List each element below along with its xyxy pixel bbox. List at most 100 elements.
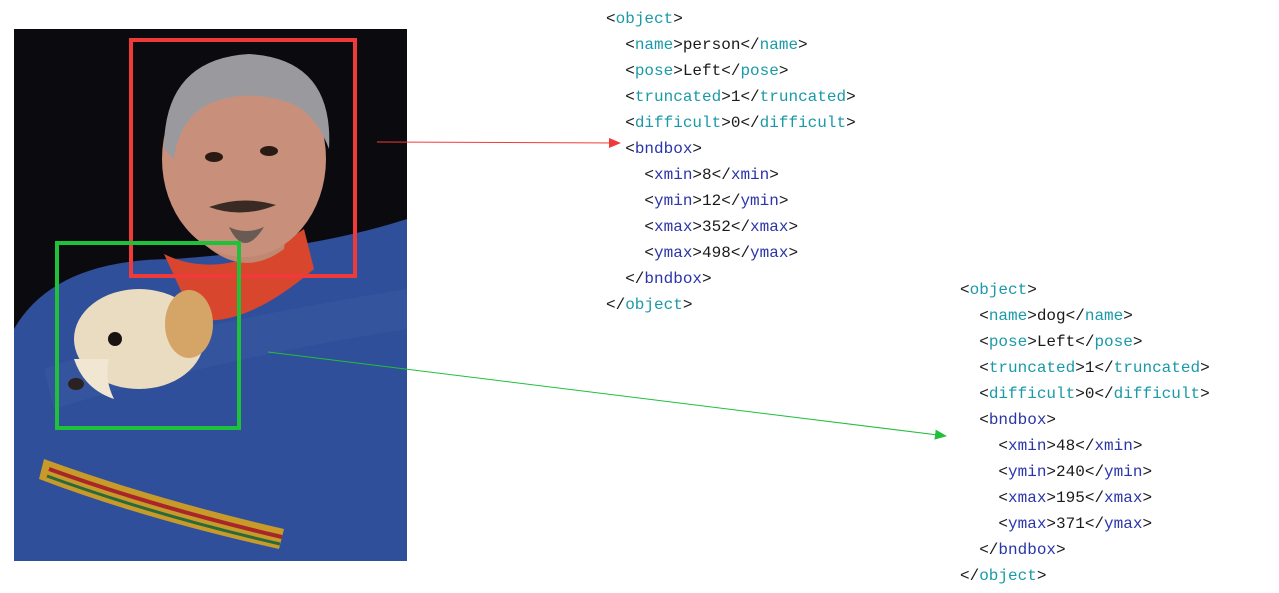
xml-bracket: >	[1027, 333, 1037, 351]
xml-line: <bndbox>	[606, 136, 856, 162]
xml-tag-name: xmin	[730, 166, 770, 184]
xml-bracket: <	[625, 140, 635, 158]
xml-bracket: </	[711, 166, 731, 184]
xml-bracket: <	[979, 307, 989, 325]
xml-bracket: >	[1132, 333, 1143, 351]
xml-value: 1	[730, 88, 741, 106]
xml-bracket: >	[1046, 463, 1057, 481]
xml-tag-name: object	[625, 296, 683, 314]
xml-line: <object>	[960, 277, 1210, 303]
dog-arrow	[267, 351, 947, 440]
xml-tag-name: ymin	[1104, 463, 1143, 481]
xml-bracket: >	[1075, 385, 1085, 403]
xml-bracket: <	[625, 62, 635, 80]
xml-bracket: <	[998, 437, 1009, 455]
xml-tag-name: xmax	[750, 218, 789, 236]
xml-bracket: <	[606, 10, 616, 28]
xml-bracket: >	[798, 36, 808, 54]
xml-value: 352	[702, 218, 731, 236]
xml-tag-name: truncated	[634, 88, 722, 106]
xml-bracket: >	[778, 192, 789, 210]
xml-line: <difficult>0</difficult>	[960, 381, 1210, 407]
xml-line: <name>person</name>	[606, 32, 856, 58]
xml-bracket: >	[692, 192, 703, 210]
xml-line: <pose>Left</pose>	[960, 329, 1210, 355]
xml-value: 498	[702, 244, 731, 262]
xml-bracket: <	[625, 88, 635, 106]
xml-line: <truncated>1</truncated>	[606, 84, 856, 110]
xml-bracket: >	[1123, 307, 1133, 325]
xml-tag-name: xmin	[1008, 437, 1047, 455]
xml-tag-name: truncated	[1113, 359, 1201, 377]
xml-value: dog	[1036, 307, 1066, 325]
xml-bracket: >	[721, 114, 731, 132]
xml-tag-name: difficult	[1113, 385, 1201, 403]
xml-line: <ymax>498</ymax>	[606, 240, 856, 266]
xml-tag-name: difficult	[634, 114, 722, 132]
xml-line: </object>	[960, 563, 1210, 589]
xml-bracket: </	[730, 218, 751, 236]
xml-bracket: <	[979, 333, 989, 351]
xml-value: 0	[1084, 385, 1095, 403]
xml-line: <ymin>12</ymin>	[606, 188, 856, 214]
xml-value: 1	[1084, 359, 1095, 377]
xml-bracket: >	[1132, 437, 1143, 455]
xml-bracket: >	[1142, 463, 1153, 481]
xml-value: Left	[1036, 333, 1076, 351]
xml-tag-name: truncated	[759, 88, 847, 106]
xml-line: <xmin>48</xmin>	[960, 433, 1210, 459]
xml-bracket: <	[644, 244, 655, 262]
xml-bracket: </	[1084, 489, 1105, 507]
xml-bracket: >	[769, 166, 779, 184]
xml-bracket: </	[979, 541, 999, 559]
xml-value: 48	[1056, 437, 1076, 455]
xml-bracket: </	[1094, 385, 1114, 403]
xml-bracket: >	[682, 296, 693, 314]
xml-value: 8	[702, 166, 712, 184]
xml-value: 12	[702, 192, 722, 210]
xml-bracket: >	[692, 244, 703, 262]
xml-tag-name: truncated	[988, 359, 1076, 377]
xml-tag-name: object	[615, 10, 674, 28]
xml-bracket: </	[740, 88, 760, 106]
xml-bracket: >	[692, 218, 703, 236]
xml-tag-name: ymin	[1008, 463, 1047, 481]
xml-bracket: >	[846, 88, 856, 106]
xml-bracket: >	[721, 88, 731, 106]
xml-tag-name: xmin	[1094, 437, 1133, 455]
xml-tag-name: ymin	[654, 192, 693, 210]
xml-tag-name: bndbox	[644, 270, 703, 288]
xml-bracket: >	[846, 114, 856, 132]
xml-bracket: <	[998, 463, 1009, 481]
xml-tag-name: ymin	[740, 192, 779, 210]
xml-bracket: <	[625, 114, 635, 132]
xml-line: <difficult>0</difficult>	[606, 110, 856, 136]
xml-bracket: </	[960, 567, 980, 585]
xml-tag-name: pose	[1094, 333, 1133, 351]
xml-tag-name: bndbox	[998, 541, 1057, 559]
xml-bracket: >	[673, 10, 683, 28]
xml-tag-name: xmax	[1008, 489, 1047, 507]
xml-tag-name: pose	[740, 62, 779, 80]
xml-tag-name: object	[969, 281, 1028, 299]
xml-tag-name: name	[988, 307, 1028, 325]
xml-bracket: </	[740, 114, 760, 132]
xml-bracket: >	[673, 36, 683, 54]
xml-bracket: </	[1094, 359, 1114, 377]
xml-value: 195	[1056, 489, 1085, 507]
xml-bracket: </	[1075, 333, 1095, 351]
xml-tag-name: bndbox	[988, 411, 1047, 429]
xml-line: <ymin>240</ymin>	[960, 459, 1210, 485]
xml-bracket: >	[1036, 567, 1047, 585]
xml-bracket: </	[1065, 307, 1085, 325]
xml-tag-name: difficult	[988, 385, 1076, 403]
xml-bracket: >	[1200, 385, 1210, 403]
xml-bracket: >	[1075, 359, 1085, 377]
xml-bracket: </	[625, 270, 645, 288]
xml-tag-name: xmax	[654, 218, 693, 236]
xml-bracket: >	[1027, 307, 1037, 325]
xml-line: <bndbox>	[960, 407, 1210, 433]
xml-tag-name: object	[979, 567, 1037, 585]
xml-tag-name: ymax	[750, 244, 789, 262]
xml-tag-name: xmin	[654, 166, 693, 184]
